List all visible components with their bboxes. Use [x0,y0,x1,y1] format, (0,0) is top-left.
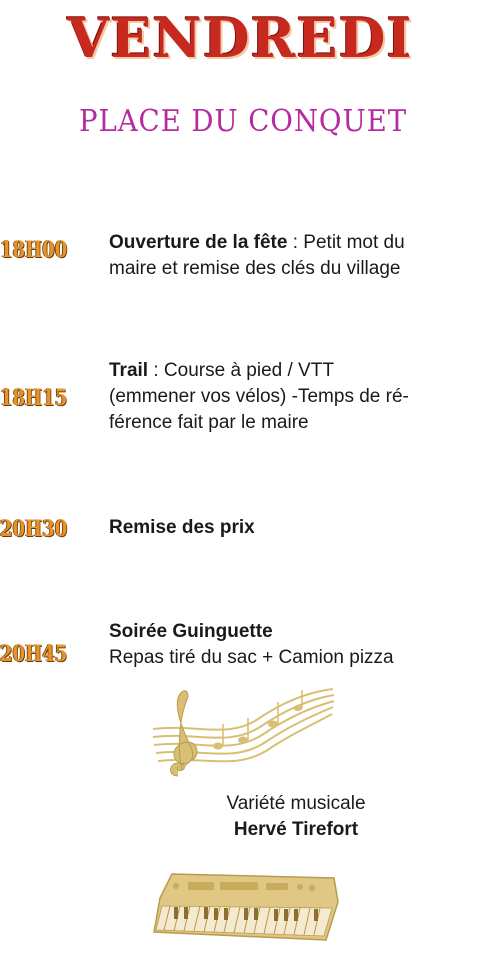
event-desc-line: maire et remise des clés du village [109,258,401,279]
day-title: VENDREDI [67,6,413,70]
event-desc-line: Repas tiré du sac + Camion pizza [109,647,394,668]
event-title: Soirée Guinguette [109,621,273,642]
music-artist: Hervé Tirefort [233,819,359,840]
event-separator: : [287,232,304,253]
event-trail: Trail : Course à pied / VTT (emmener vos… [109,358,489,436]
event-title: Ouverture de la fête [109,232,288,253]
event-ouverture: Ouverture de la fête : Petit mot du mair… [109,230,489,282]
music-label: Variété musicale [226,793,366,814]
time-18h00: 18H00 [0,237,68,263]
time-20h30: 20H30 [0,516,68,542]
event-desc-line: Petit mot du [303,232,405,253]
event-title: Remise des prix [109,517,255,538]
event-separator: : [148,360,164,381]
keyboard-synthesizer-icon [153,873,339,941]
event-desc-line: (emmener vos vélos) -Temps de ré- [109,386,409,407]
location-subtitle: PLACE DU CONQUET [78,104,408,139]
event-soiree-guinguette: Soirée Guinguette Repas tiré du sac + Ca… [109,619,489,671]
time-18h15: 18H15 [0,385,68,411]
event-desc-line: Course à pied / VTT [163,360,334,381]
music-credits: Variété musicale Hervé Tirefort [176,791,416,843]
event-title: Trail [109,360,149,381]
event-desc-line: férence fait par le maire [109,412,309,433]
musical-staff-treble-clef-icon [152,688,335,777]
event-remise-des-prix: Remise des prix [109,515,489,541]
time-20h45: 20H45 [0,641,68,667]
